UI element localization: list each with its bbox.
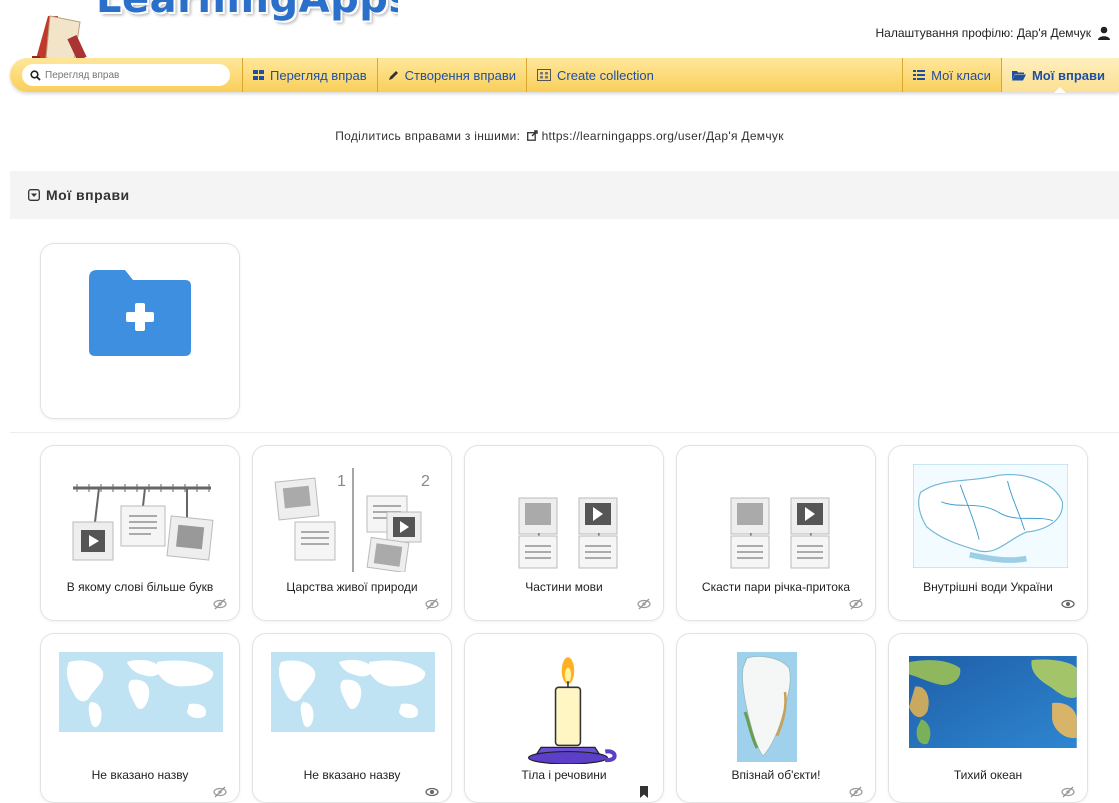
app-card[interactable]: 1 2 Царства живої природи xyxy=(252,445,452,621)
app-card-title: Частини мови xyxy=(525,580,603,594)
eye-hidden-icon xyxy=(637,598,651,610)
nav-browse-apps[interactable]: Перегляд вправ xyxy=(242,58,377,92)
timeline-thumbnail-icon xyxy=(72,484,214,561)
bookmark-icon xyxy=(640,786,648,798)
profile-label: Налаштування профілю: Дар'я Демчук xyxy=(875,26,1091,40)
eye-hidden-icon xyxy=(213,598,227,610)
grid-icon xyxy=(253,70,264,80)
svg-text:2: 2 xyxy=(421,473,430,490)
nav-my-classes-label: Мої класи xyxy=(931,67,991,83)
list-icon xyxy=(913,70,926,80)
eye-hidden-icon xyxy=(425,598,439,610)
share-text: Поділитись вправами з іншими: xyxy=(335,129,521,143)
eye-icon xyxy=(425,787,439,797)
share-url-link[interactable]: https://learningapps.org/user/Дар'я Демч… xyxy=(542,129,784,143)
matching-pairs-thumbnail-icon: + + xyxy=(730,497,830,569)
app-card[interactable]: + + Скасти пари річка-притока xyxy=(676,445,876,621)
external-link-icon xyxy=(526,130,538,141)
app-card-title: Внутрішні води України xyxy=(923,580,1053,594)
app-card-title: Впізнай об'єкти! xyxy=(731,768,821,782)
section-divider xyxy=(10,432,1119,433)
search-icon xyxy=(30,69,41,81)
app-card[interactable]: + + Частини мови xyxy=(464,445,664,621)
folder-open-icon xyxy=(1011,70,1026,80)
app-card-title: В якому слові більше букв xyxy=(66,580,214,594)
app-card-title: Скасти пари річка-притока xyxy=(701,580,851,594)
logo[interactable]: LearningApps.org xyxy=(18,0,398,66)
eye-hidden-icon xyxy=(213,786,227,798)
app-card[interactable]: Тіла і речовини xyxy=(464,633,664,803)
app-card[interactable]: В якому слові більше букв xyxy=(40,445,240,621)
section-title: Мої вправи xyxy=(46,187,130,203)
app-card-title: Не вказано назву xyxy=(303,768,401,782)
eye-icon xyxy=(1061,599,1075,609)
collection-icon xyxy=(537,69,552,81)
search-input[interactable] xyxy=(45,69,215,81)
greenland-map-thumbnail xyxy=(737,652,797,762)
map-ukraine-thumbnail xyxy=(913,464,1069,568)
app-card-title: Тихий океан xyxy=(953,768,1023,782)
app-card[interactable]: Внутрішні води України xyxy=(888,445,1088,621)
share-line: Поділитись вправами з іншими: https://le… xyxy=(0,129,1119,143)
world-map-thumbnail xyxy=(271,652,435,732)
matching-pairs-thumbnail-icon: + + xyxy=(518,497,618,569)
eye-hidden-icon xyxy=(1061,786,1075,798)
eye-hidden-icon xyxy=(849,598,863,610)
app-card-title: Не вказано назву xyxy=(91,768,189,782)
my-apps-section-toggle[interactable]: Мої вправи xyxy=(10,171,1119,219)
profile-settings-link[interactable]: Налаштування профілю: Дар'я Демчук xyxy=(876,26,1111,40)
nav-my-apps-label: Мої вправи xyxy=(1031,67,1105,83)
nav-browse-apps-label: Перегляд вправ xyxy=(270,67,367,83)
nav-create-collection[interactable]: Create collection xyxy=(526,58,664,92)
svg-text:1: 1 xyxy=(337,473,346,490)
nav-my-apps[interactable]: Мої вправи xyxy=(1000,58,1119,93)
nav-my-classes[interactable]: Мої класи xyxy=(902,58,1001,92)
world-map-thumbnail xyxy=(59,652,223,732)
app-card[interactable]: Тихий океан xyxy=(888,633,1088,803)
group-assignment-thumbnail-icon: 1 2 xyxy=(274,468,430,572)
new-folder-card[interactable] xyxy=(40,243,240,419)
search-box[interactable] xyxy=(22,64,230,86)
logo-text: LearningApps.org xyxy=(96,0,398,22)
app-card[interactable]: Не вказано назву xyxy=(252,633,452,803)
user-icon xyxy=(1098,26,1110,40)
app-card[interactable]: Не вказано назву xyxy=(40,633,240,803)
app-card-title: Царства живої природи xyxy=(286,580,418,594)
nav-create-collection-label: Create collection xyxy=(557,67,654,83)
eye-hidden-icon xyxy=(849,786,863,798)
main-navbar: Перегляд вправ Створення вправи Create c… xyxy=(10,58,1119,93)
folder-plus-icon xyxy=(89,270,191,356)
collapse-icon xyxy=(28,189,40,201)
logo-easel-icon xyxy=(32,15,87,66)
physical-map-thumbnail xyxy=(909,656,1077,748)
nav-create-app[interactable]: Створення вправи xyxy=(376,58,526,92)
pencil-icon xyxy=(388,70,398,80)
candle-thumbnail xyxy=(527,657,617,764)
app-card-title: Тіла і речовини xyxy=(521,768,607,782)
app-card[interactable]: Впізнай об'єкти! xyxy=(676,633,876,803)
nav-create-app-label: Створення вправи xyxy=(404,67,517,83)
